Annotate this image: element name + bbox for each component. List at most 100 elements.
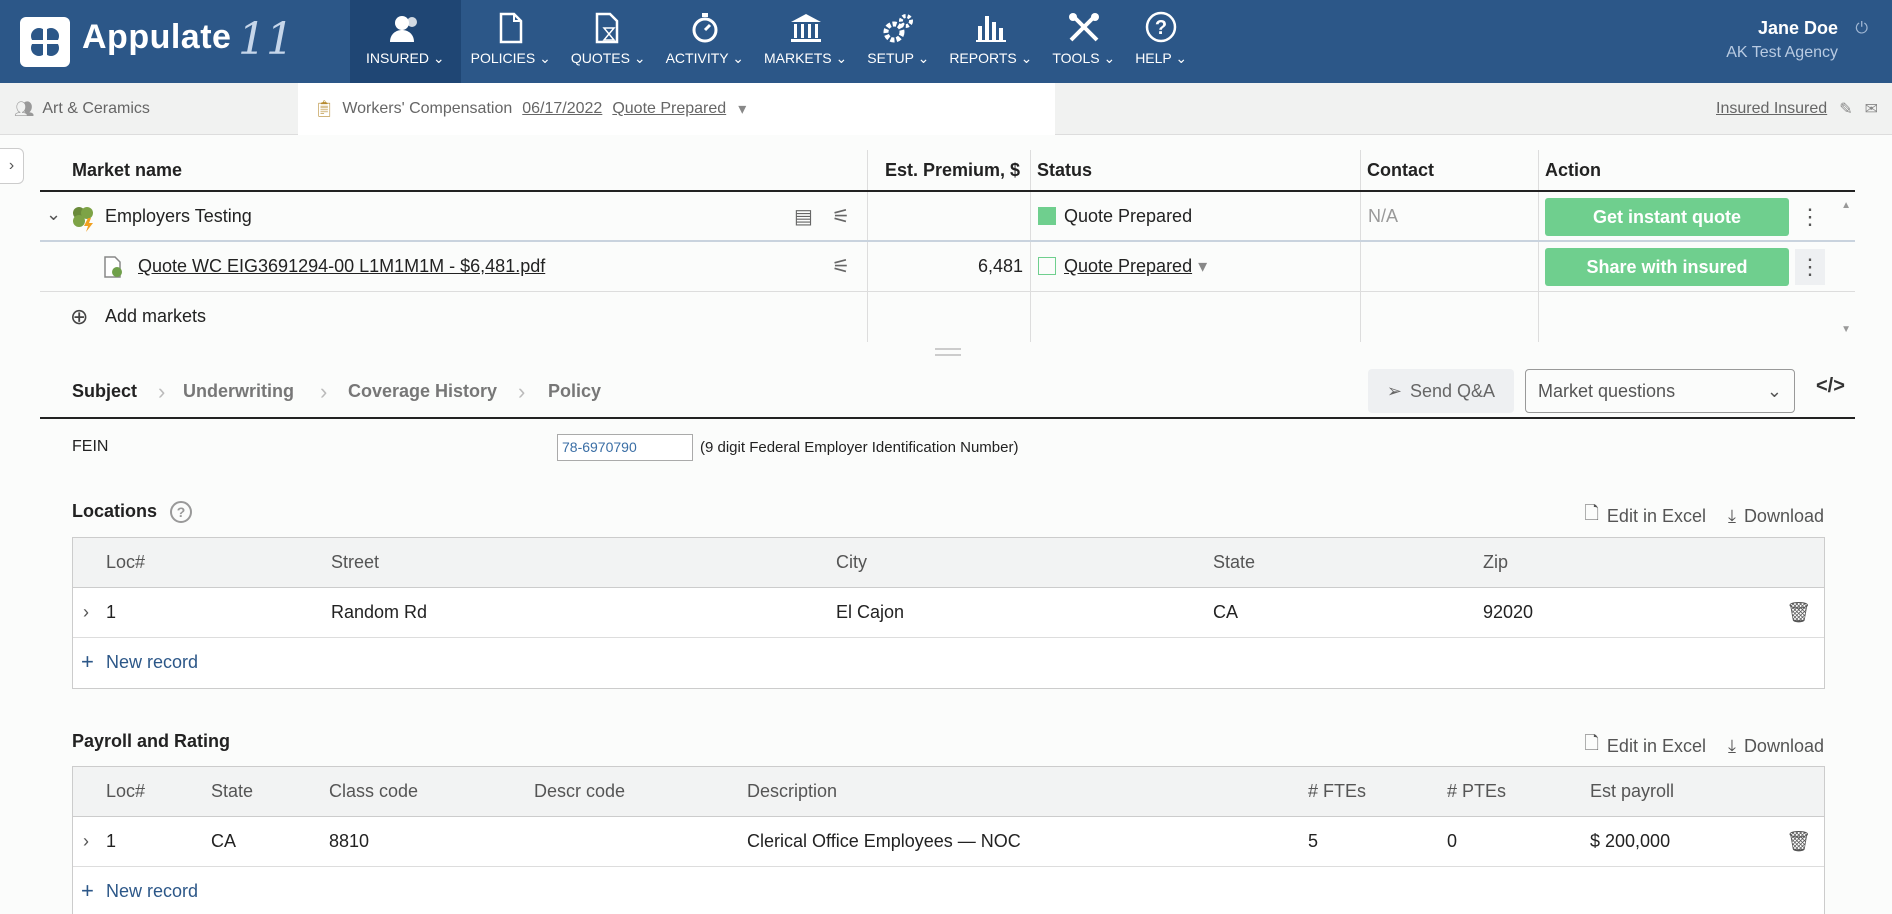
subbar-tools: Insured Insured ✎ ✉	[1716, 83, 1878, 135]
new-record-link[interactable]: New record	[106, 881, 198, 902]
new-record-link[interactable]: New record	[106, 652, 198, 673]
nav-reports[interactable]: REPORTS ⌄	[939, 0, 1042, 83]
get-instant-quote-button[interactable]: Get instant quote	[1545, 198, 1789, 236]
locations-grid: Loc# Street City State Zip › 1 Random Rd…	[72, 537, 1825, 689]
table-row[interactable]: › 1 Random Rd El Cajon CA 92020 🗑︎	[73, 588, 1824, 638]
plus-icon[interactable]: +	[81, 649, 94, 675]
top-navigation-bar: Appulate 11 INSURED ⌄ POLICIES ⌄ QUOTES …	[0, 0, 1892, 83]
policy-type: Workers' Compensation	[342, 100, 513, 117]
comment-icon[interactable]: ▤	[794, 204, 813, 229]
envelope-icon[interactable]: ✉	[1865, 99, 1878, 119]
insured-link[interactable]: Insured Insured	[1716, 100, 1827, 118]
resize-handle[interactable]	[935, 348, 961, 356]
market-contact: N/A	[1368, 206, 1399, 226]
table-row[interactable]: › 1 CA 8810 Clerical Office Employees — …	[73, 817, 1824, 867]
market-questions-select[interactable]: Market questions ⌄	[1525, 369, 1795, 413]
trash-icon[interactable]: 🗑︎	[1786, 600, 1811, 625]
payroll-grid: Loc# State Class code Descr code Descrip…	[72, 766, 1825, 914]
header-market-name: Market name	[72, 160, 183, 180]
policy-tab[interactable]: 📋︎ Workers' Compensation 06/17/2022 Quot…	[298, 83, 1055, 135]
locations-header: Loc# Street City State Zip	[73, 538, 1824, 588]
edit-in-excel-button[interactable]: 🗋︎ Edit in Excel	[1584, 501, 1706, 531]
side-panel-toggle-icon[interactable]: ›	[0, 148, 24, 184]
sliders-icon[interactable]: ⚟	[832, 204, 850, 229]
col-street: Street	[331, 552, 380, 572]
file-icon: 🗋︎	[1584, 503, 1599, 523]
add-markets-link[interactable]: Add markets	[105, 306, 206, 327]
chevron-right-icon[interactable]: ›	[83, 831, 89, 852]
nav-insured[interactable]: INSURED ⌄	[350, 0, 461, 83]
context-bar: 👥︎ Art & Ceramics 📋︎ Workers' Compensati…	[0, 83, 1892, 135]
agency-name: AK Test Agency	[1726, 44, 1838, 61]
nav-activity[interactable]: ACTIVITY ⌄	[656, 0, 754, 83]
col-loc: Loc#	[106, 552, 146, 572]
col-ptes: # PTEs	[1447, 781, 1507, 801]
nav-tools[interactable]: TOOLS ⌄	[1042, 0, 1125, 83]
gears-icon	[883, 14, 914, 43]
new-record-row[interactable]: + New record	[73, 867, 1824, 914]
quote-row[interactable]: Quote WC EIG3691294-00 L1M1M1M - $6,481.…	[40, 242, 1855, 292]
code-icon[interactable]: </>	[1816, 375, 1845, 398]
new-record-row[interactable]: + New record	[73, 638, 1824, 688]
help-icon[interactable]: ?	[170, 501, 193, 523]
markets-table: Market name Est. Premium, $ Status Conta…	[40, 150, 1855, 342]
header-action: Action	[1545, 160, 1601, 180]
add-markets-row[interactable]: ⊕ Add markets ▼	[40, 292, 1855, 342]
tab-subject[interactable]: Subject	[72, 381, 137, 402]
share-with-insured-button[interactable]: Share with insured	[1545, 248, 1789, 286]
fein-label: FEIN	[72, 438, 109, 455]
nav-label: INSURED ⌄	[366, 50, 445, 66]
more-options-icon[interactable]: ⋮	[1795, 199, 1825, 235]
chevron-right-icon: ›	[158, 379, 166, 404]
fein-input[interactable]: 78-6970790	[557, 434, 693, 461]
help-icon: ?	[1145, 11, 1177, 43]
quote-file-link[interactable]: Quote WC EIG3691294-00 L1M1M1M - $6,481.…	[138, 256, 545, 277]
more-options-icon[interactable]: ⋮	[1795, 249, 1825, 285]
clover-lightning-icon	[70, 204, 98, 237]
nav-quotes[interactable]: QUOTES ⌄	[561, 0, 656, 83]
header-premium: Est. Premium, $	[885, 160, 1021, 180]
payroll-title: Payroll and Rating	[72, 731, 231, 751]
caret-down-icon[interactable]: ▾	[738, 99, 746, 119]
scroll-up-icon[interactable]: ▲	[1841, 200, 1851, 211]
cell-zip: 92020	[1483, 602, 1534, 622]
nav-policies[interactable]: POLICIES ⌄	[461, 0, 561, 83]
power-icon[interactable]: ⏻	[1855, 20, 1868, 38]
nav-help[interactable]: ? HELP ⌄	[1125, 0, 1197, 83]
sliders-icon[interactable]: ⚟	[832, 254, 850, 279]
market-row[interactable]: ⌄ Employers Testing ▤ ⚟ Quote Prepared N…	[40, 192, 1855, 242]
edit-in-excel-button[interactable]: 🗋︎ Edit in Excel	[1584, 731, 1706, 761]
nav-setup[interactable]: SETUP ⌄	[857, 0, 939, 83]
quote-status[interactable]: Quote Prepared ▾	[1038, 256, 1207, 277]
download-button[interactable]: ⤓ Download	[1728, 506, 1824, 527]
appulate-logo-icon[interactable]	[20, 17, 70, 67]
user-name[interactable]: Jane Doe	[1758, 18, 1838, 39]
add-circle-icon[interactable]: ⊕	[70, 304, 88, 330]
insured-tab[interactable]: 👥︎ Art & Ceramics	[0, 83, 298, 135]
plus-icon[interactable]: +	[81, 878, 94, 904]
col-loc: Loc#	[106, 781, 146, 801]
chevron-down-icon[interactable]: ⌄	[46, 204, 61, 225]
header-contact: Contact	[1367, 160, 1434, 180]
pencil-icon[interactable]: ✎	[1839, 99, 1852, 119]
cell-street: Random Rd	[331, 602, 428, 622]
download-icon: ⤓	[1727, 735, 1736, 756]
download-button[interactable]: ⤓ Download	[1728, 736, 1824, 757]
policy-date[interactable]: 06/17/2022	[522, 100, 602, 118]
chevron-right-icon[interactable]: ›	[83, 602, 89, 623]
cell-ftes: 5	[1308, 831, 1319, 851]
stopwatch-icon	[692, 13, 718, 43]
tab-coverage-history[interactable]: Coverage History	[348, 381, 497, 402]
send-icon: ➢	[1386, 380, 1403, 401]
nav-markets[interactable]: MARKETS ⌄	[754, 0, 857, 83]
scroll-down-icon[interactable]: ▼	[1841, 324, 1851, 335]
col-descr-code: Descr code	[534, 781, 626, 801]
send-qa-button[interactable]: ➢ Send Q&A	[1368, 369, 1514, 413]
main-nav: INSURED ⌄ POLICIES ⌄ QUOTES ⌄ ACTIVITY ⌄…	[350, 0, 1197, 83]
cell-loc: 1	[106, 831, 117, 851]
users-icon: 👥︎	[14, 101, 35, 118]
tab-policy[interactable]: Policy	[548, 381, 601, 402]
policy-status[interactable]: Quote Prepared	[612, 100, 726, 118]
trash-icon[interactable]: 🗑︎	[1786, 829, 1811, 854]
tab-underwriting[interactable]: Underwriting	[183, 381, 294, 402]
